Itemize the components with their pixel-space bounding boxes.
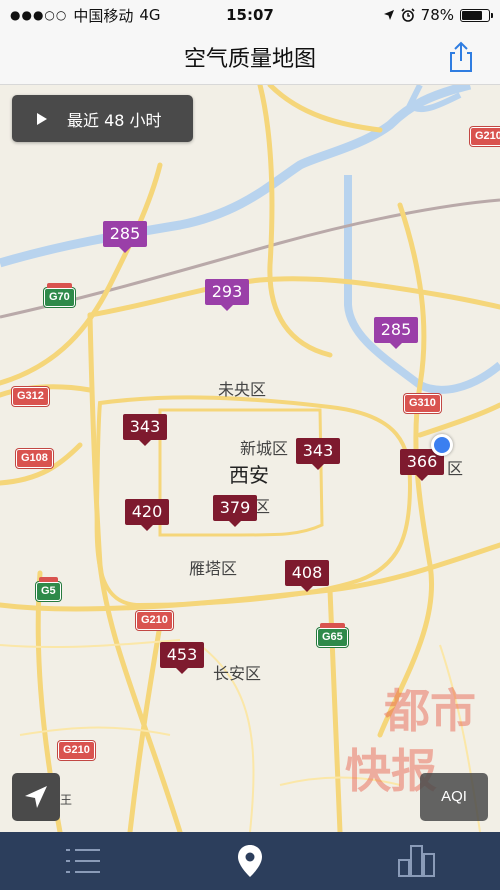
- highway-shield-g210-south: G210: [58, 741, 95, 760]
- aqi-marker[interactable]: 408: [285, 560, 329, 592]
- place-label-changan: 长安区: [213, 664, 262, 683]
- play-icon: [37, 112, 47, 125]
- aqi-marker[interactable]: 420: [125, 499, 169, 531]
- tab-bar: [0, 832, 500, 890]
- place-label-weiyang: 未央区: [218, 380, 267, 399]
- carrier-label: 中国移动: [73, 6, 134, 25]
- place-label-baqiao-suffix: 区: [447, 459, 464, 478]
- battery-icon: [460, 8, 493, 22]
- aqi-marker[interactable]: 343: [123, 414, 167, 446]
- place-label-xian: 西安: [229, 463, 269, 487]
- watermark-line1: 都市: [384, 684, 476, 738]
- page-title: 空气质量地图: [183, 47, 316, 72]
- highway-shield-g65: G65: [317, 623, 348, 647]
- signal-icon: ●●●○○: [10, 8, 68, 22]
- highway-shield-g312: G312: [12, 387, 49, 406]
- tab-list[interactable]: [0, 832, 167, 890]
- aqi-marker[interactable]: 293: [205, 279, 249, 311]
- navigation-arrow-icon: [25, 786, 47, 808]
- time-range-button[interactable]: 最近 48 小时: [12, 95, 193, 142]
- user-location-dot: [431, 434, 453, 456]
- nav-bar: 空气质量地图: [0, 30, 500, 85]
- aqi-marker[interactable]: 379: [213, 495, 257, 527]
- highway-shield-g210-center: G210: [136, 611, 173, 630]
- highway-shield-g108: G108: [16, 449, 53, 468]
- time-range-label: 最近 48 小时: [67, 110, 162, 130]
- alarm-icon: [401, 8, 415, 22]
- place-label-partial: 王: [60, 793, 73, 807]
- aqi-marker[interactable]: 285: [374, 317, 418, 349]
- status-right: 78%: [383, 6, 493, 24]
- status-left: ●●●○○ 中国移动 4G: [10, 5, 161, 26]
- highway-shield-g70: G70: [44, 283, 75, 307]
- highway-shield-g210: G210: [470, 127, 500, 146]
- network-label: 4G: [139, 6, 161, 24]
- aqi-marker[interactable]: 343: [296, 438, 340, 470]
- highway-shield-g5: G5: [36, 577, 61, 601]
- place-label-xincheng: 新城区: [240, 439, 289, 458]
- tab-ranking[interactable]: [333, 832, 500, 890]
- battery-fill: [462, 10, 482, 20]
- aqi-button[interactable]: AQI: [420, 773, 488, 821]
- tab-map[interactable]: [167, 832, 334, 890]
- location-arrow-icon: [383, 10, 394, 20]
- aqi-marker[interactable]: 453: [160, 642, 204, 674]
- aqi-marker[interactable]: 285: [103, 221, 147, 253]
- status-bar: ●●●○○ 中国移动 4G 15:07 78%: [0, 0, 500, 30]
- battery-percent: 78%: [420, 6, 454, 24]
- list-icon: [66, 849, 101, 873]
- map-view[interactable]: 未央区 新城区 西安 碑林区 雁塔区 长安区 区 王 G210 G70 G312…: [0, 85, 500, 832]
- place-label-yanta: 雁塔区: [189, 559, 238, 578]
- share-icon[interactable]: [444, 40, 478, 74]
- map-pin-icon: [238, 845, 262, 877]
- highway-shield-g310: G310: [404, 394, 441, 413]
- bar-chart-icon: [397, 845, 435, 877]
- locate-button[interactable]: [12, 773, 60, 821]
